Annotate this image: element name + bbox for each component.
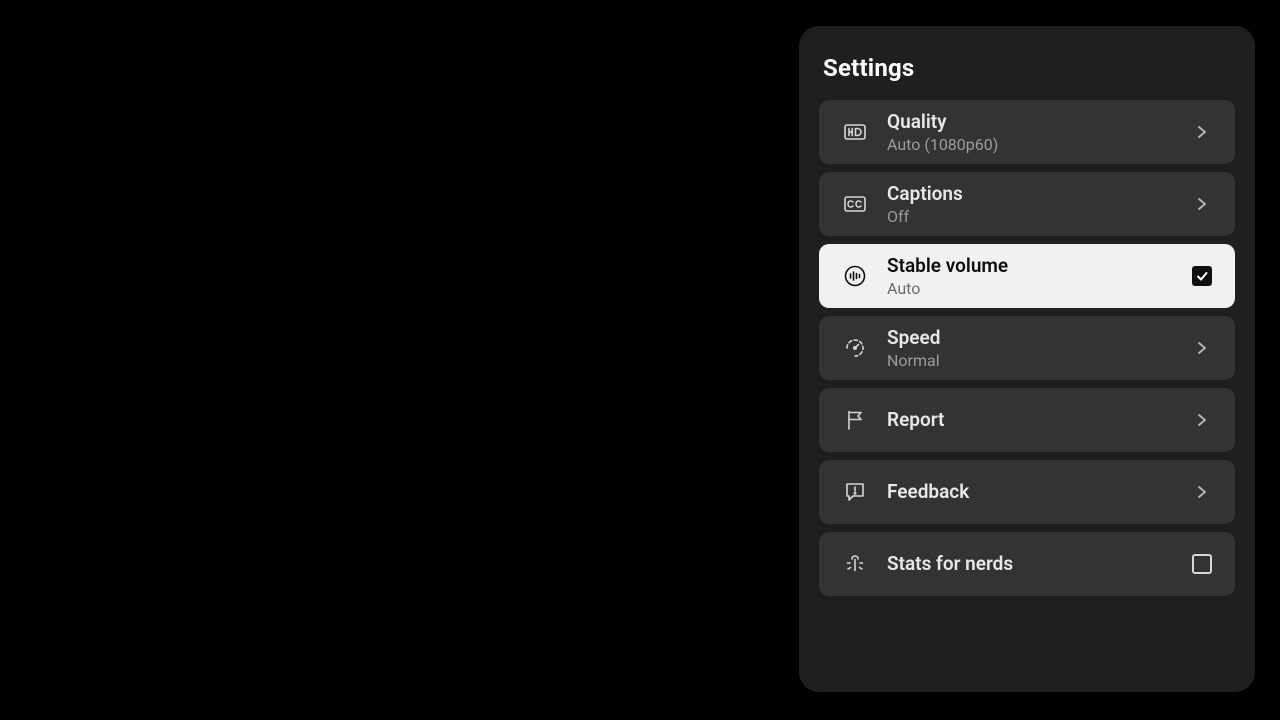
chevron-right-icon — [1191, 409, 1213, 431]
settings-item-feedback[interactable]: Feedback — [819, 460, 1235, 524]
cc-icon — [841, 190, 869, 218]
settings-item-text: Feedback — [887, 480, 1191, 504]
settings-item-text: Speed Normal — [887, 326, 1191, 371]
settings-item-label: Stats for nerds — [887, 552, 1191, 576]
settings-item-text: Stats for nerds — [887, 552, 1191, 576]
panel-title: Settings — [823, 54, 1235, 82]
speed-icon — [841, 334, 869, 362]
settings-item-quality[interactable]: Quality Auto (1080p60) — [819, 100, 1235, 164]
settings-item-sub: Off — [887, 207, 1191, 226]
settings-item-report[interactable]: Report — [819, 388, 1235, 452]
settings-item-text: Report — [887, 408, 1191, 432]
settings-item-text: Captions Off — [887, 182, 1191, 227]
settings-item-text: Quality Auto (1080p60) — [887, 110, 1191, 155]
chevron-right-icon — [1191, 337, 1213, 359]
bug-icon — [841, 550, 869, 578]
settings-item-speed[interactable]: Speed Normal — [819, 316, 1235, 380]
settings-item-text: Stable volume Auto — [887, 254, 1191, 299]
settings-item-stable-volume[interactable]: Stable volume Auto — [819, 244, 1235, 308]
settings-item-label: Feedback — [887, 480, 1191, 504]
checkbox-checked[interactable] — [1191, 265, 1213, 287]
chevron-right-icon — [1191, 193, 1213, 215]
settings-panel: Settings Quality Auto (1080p60) — [799, 26, 1255, 692]
settings-item-sub: Normal — [887, 351, 1191, 370]
settings-list: Quality Auto (1080p60) Captions Off — [819, 100, 1235, 596]
hd-icon — [841, 118, 869, 146]
chevron-right-icon — [1191, 121, 1213, 143]
settings-item-label: Captions — [887, 182, 1191, 206]
settings-item-stats[interactable]: Stats for nerds — [819, 532, 1235, 596]
flag-icon — [841, 406, 869, 434]
settings-item-label: Speed — [887, 326, 1191, 350]
settings-item-sub: Auto — [887, 279, 1191, 298]
settings-item-sub: Auto (1080p60) — [887, 135, 1191, 154]
settings-item-label: Stable volume — [887, 254, 1191, 278]
chevron-right-icon — [1191, 481, 1213, 503]
settings-item-captions[interactable]: Captions Off — [819, 172, 1235, 236]
checkbox-unchecked[interactable] — [1191, 553, 1213, 575]
settings-item-label: Report — [887, 408, 1191, 432]
settings-item-label: Quality — [887, 110, 1191, 134]
feedback-icon — [841, 478, 869, 506]
stable-volume-icon — [841, 262, 869, 290]
